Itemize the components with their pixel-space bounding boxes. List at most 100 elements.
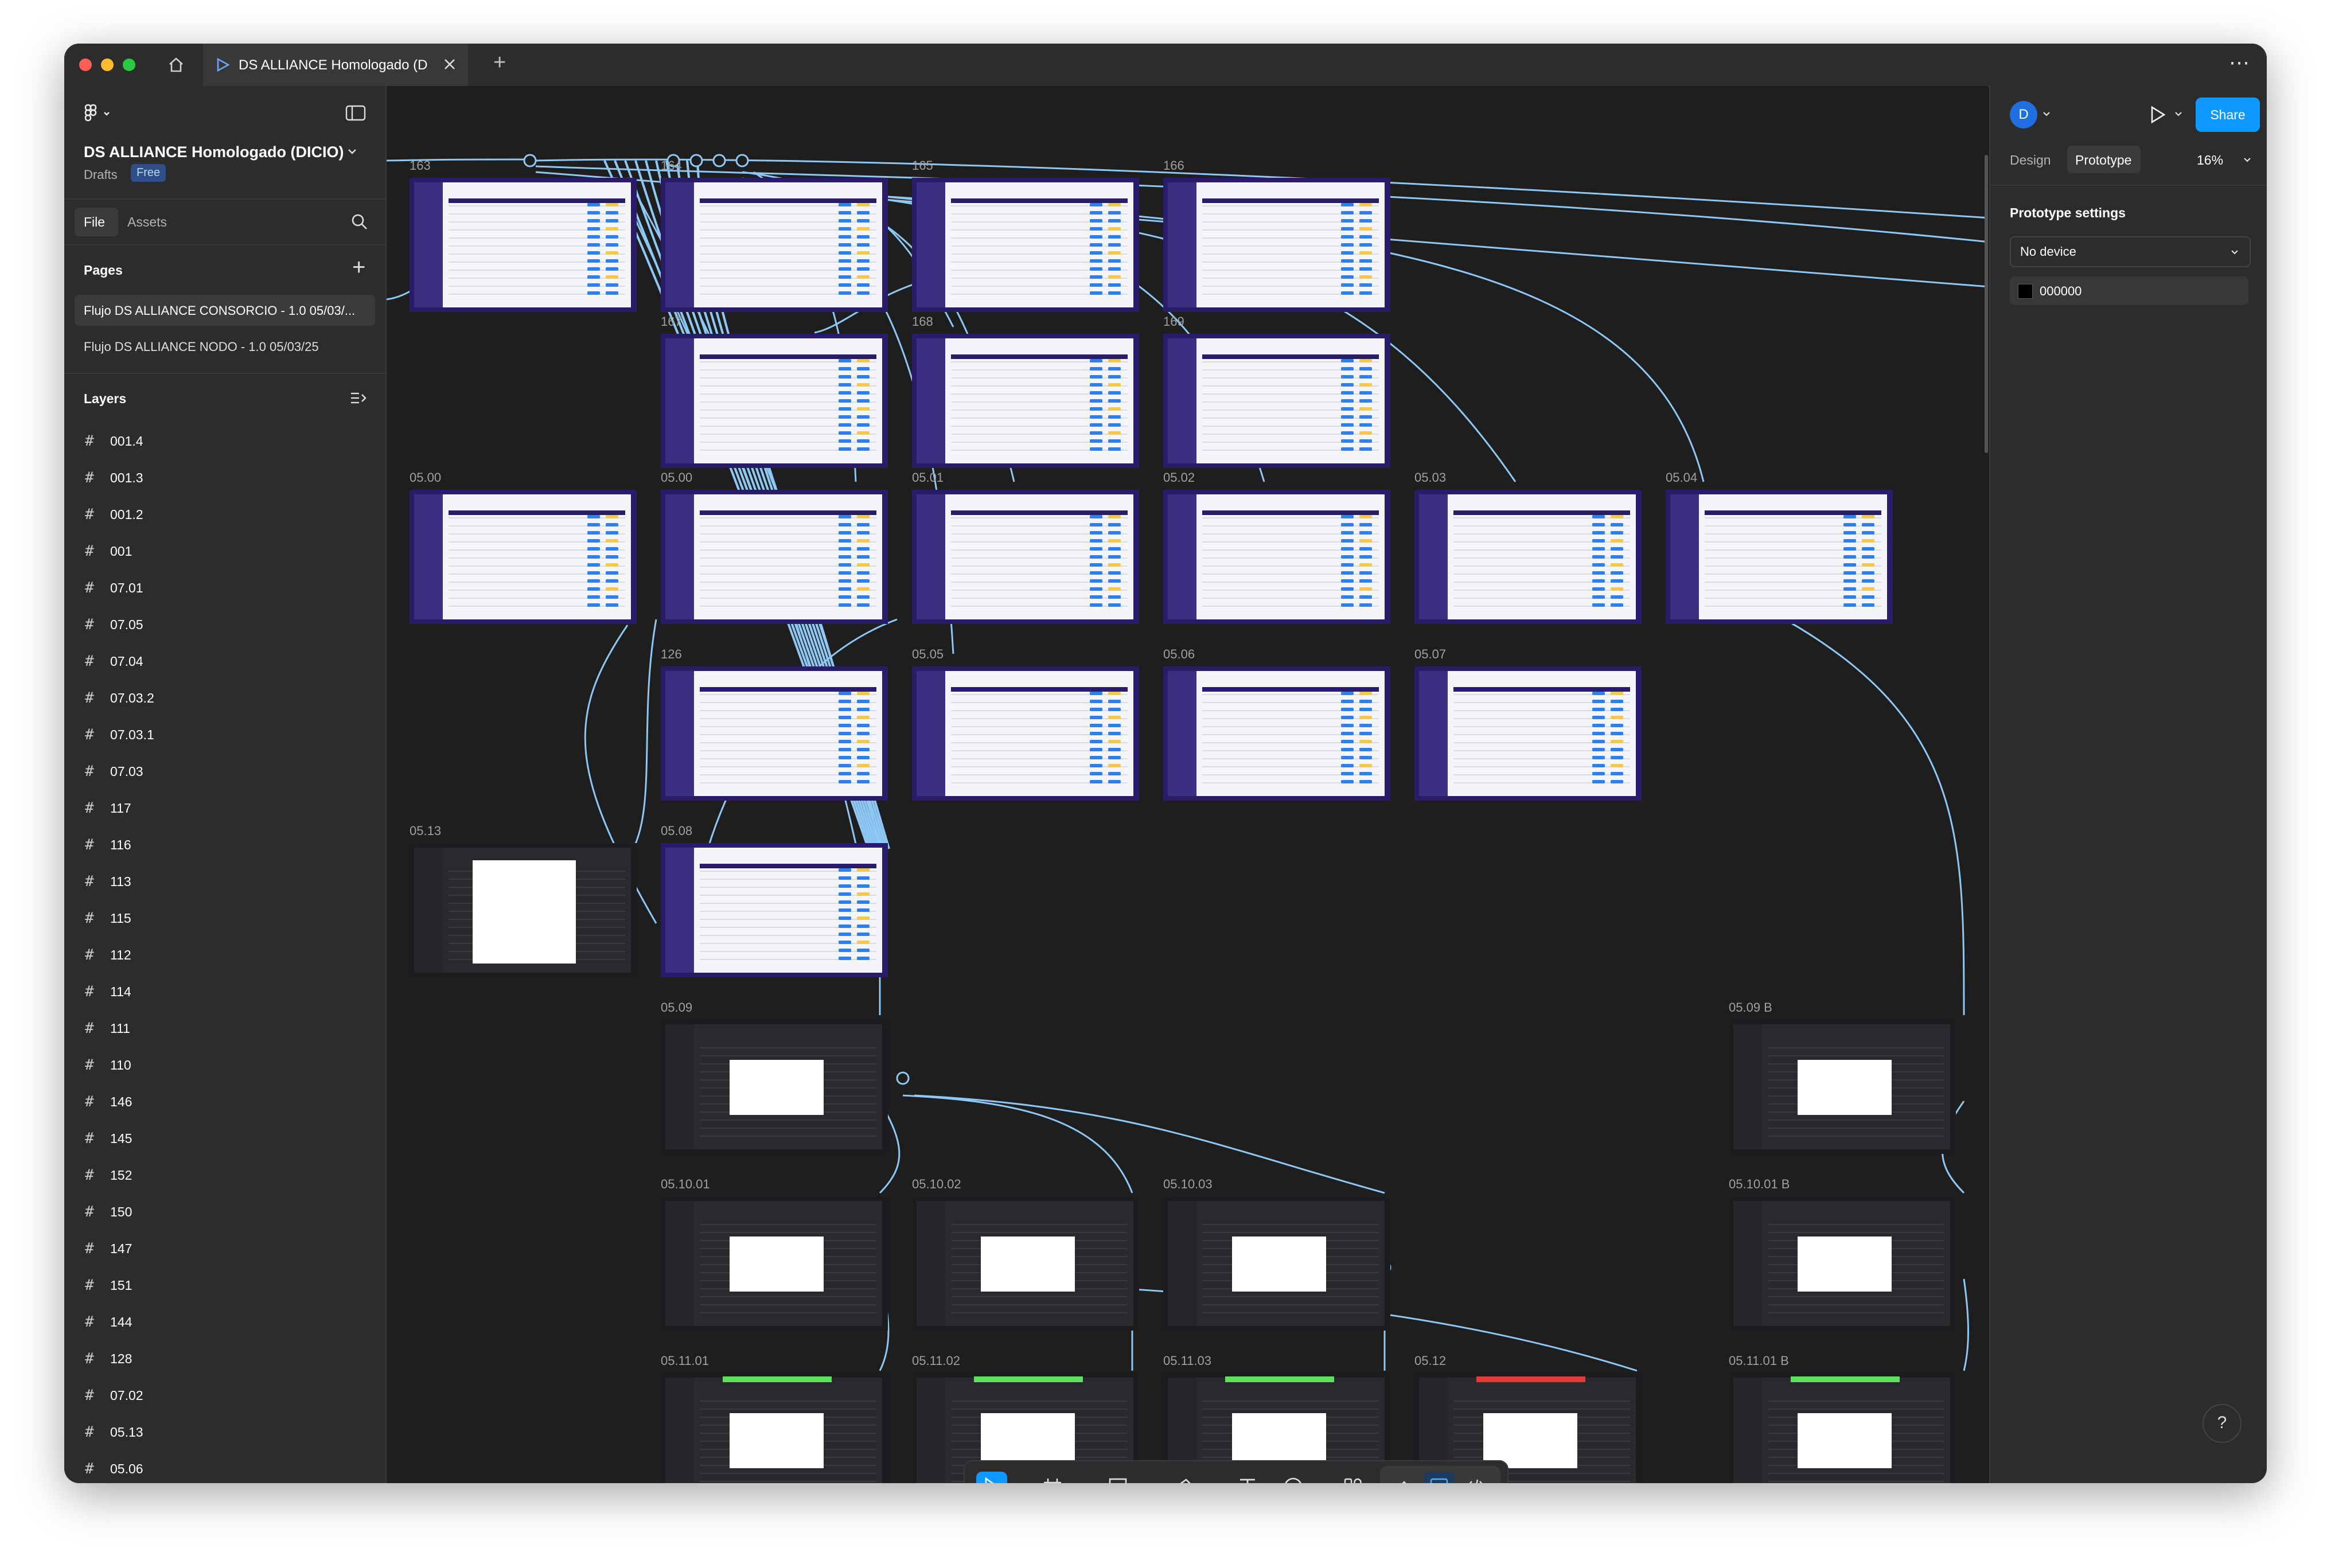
prototype-frame[interactable]: 05.10.01 — [661, 1177, 888, 1331]
prototype-frame[interactable]: 166 — [1163, 158, 1390, 312]
prototype-frame[interactable]: 05.06 — [1163, 647, 1390, 801]
design-canvas[interactable]: 163 164 165 166 167 168 169 05.00 05.00 05.01 05.0… — [387, 86, 1988, 1483]
layer-item[interactable]: #07.03.2 — [64, 679, 385, 716]
chevron-down-icon[interactable] — [1309, 1472, 1323, 1483]
interaction-hotspot[interactable] — [896, 1071, 910, 1085]
rectangle-tool-icon[interactable] — [1102, 1472, 1133, 1483]
search-icon[interactable] — [350, 212, 369, 232]
prototype-frame[interactable]: 168 — [912, 314, 1139, 468]
zoom-level[interactable]: 16% — [2197, 153, 2223, 168]
frame-label[interactable]: 05.10.01 B — [1729, 1177, 1790, 1192]
chevron-down-icon[interactable] — [1068, 1472, 1082, 1483]
frame-label[interactable]: 05.09 — [661, 1000, 692, 1015]
frame-label[interactable]: 05.11.03 — [1163, 1354, 1211, 1368]
help-button[interactable]: ? — [2203, 1404, 2242, 1443]
layer-item[interactable]: #152 — [64, 1156, 385, 1193]
prototype-frame[interactable]: 05.00 — [661, 470, 888, 624]
layer-item[interactable]: #05.06 — [64, 1450, 385, 1483]
maximize-window-button[interactable] — [123, 58, 135, 71]
frame-label[interactable]: 05.00 — [410, 470, 441, 485]
frame-label[interactable]: 05.05 — [912, 647, 944, 662]
prototype-frame[interactable]: 05.04 — [1666, 470, 1893, 624]
frame-label[interactable]: 05.11.01 — [661, 1354, 709, 1368]
layer-item[interactable]: #001.4 — [64, 422, 385, 459]
comment-tool-icon[interactable] — [1278, 1472, 1309, 1483]
collapse-layers-icon[interactable] — [349, 389, 368, 408]
layer-item[interactable]: #001.2 — [64, 496, 385, 532]
frame-label[interactable]: 164 — [661, 158, 682, 173]
interaction-hotspot[interactable] — [712, 154, 726, 167]
chevron-down-icon[interactable] — [345, 145, 359, 158]
design-mode-icon[interactable] — [1424, 1472, 1455, 1483]
prototype-frame[interactable]: 164 — [661, 158, 888, 312]
frame-tool-icon[interactable] — [1037, 1472, 1068, 1483]
prototype-frame[interactable]: 163 — [410, 158, 637, 312]
tab-prototype[interactable]: Prototype — [2067, 146, 2141, 173]
frame-label[interactable]: 163 — [410, 158, 431, 173]
frame-label[interactable]: 05.10.02 — [912, 1177, 961, 1192]
frame-label[interactable]: 05.01 — [912, 470, 944, 485]
background-color-field[interactable]: 000000 — [2010, 276, 2248, 305]
interaction-hotspot[interactable] — [735, 154, 749, 167]
avatar[interactable]: D — [2010, 101, 2037, 128]
layer-item[interactable]: #115 — [64, 899, 385, 936]
close-tab-icon[interactable] — [441, 55, 459, 73]
prototype-frame[interactable]: 05.07 — [1414, 647, 1642, 801]
layer-item[interactable]: #116 — [64, 826, 385, 863]
interaction-hotspot[interactable] — [523, 154, 537, 167]
home-icon[interactable] — [166, 55, 186, 75]
frame-label[interactable]: 169 — [1163, 314, 1184, 329]
frame-label[interactable]: 05.13 — [410, 824, 441, 838]
minimize-window-button[interactable] — [101, 58, 114, 71]
frame-label[interactable]: 165 — [912, 158, 933, 173]
layer-item[interactable]: #07.03.1 — [64, 716, 385, 752]
drafts-location[interactable]: Drafts — [84, 167, 118, 182]
interaction-connector[interactable] — [387, 158, 531, 162]
layer-item[interactable]: #112 — [64, 936, 385, 973]
interaction-connector[interactable] — [914, 1094, 1385, 1194]
layer-item[interactable]: #001 — [64, 532, 385, 569]
layer-item[interactable]: #146 — [64, 1083, 385, 1120]
color-swatch[interactable] — [2018, 284, 2033, 299]
actions-tool-icon[interactable] — [1338, 1472, 1369, 1483]
prototype-frame[interactable]: 05.05 — [912, 647, 1139, 801]
layer-item[interactable]: #07.03 — [64, 752, 385, 789]
chevron-down-icon[interactable] — [1007, 1472, 1021, 1483]
frame-label[interactable]: 05.07 — [1414, 647, 1446, 662]
prototype-frame[interactable]: 05.10.02 — [912, 1177, 1139, 1331]
prototype-frame[interactable]: 05.10.01 B — [1729, 1177, 1956, 1331]
layer-item[interactable]: #144 — [64, 1303, 385, 1340]
interaction-hotspot[interactable] — [689, 154, 703, 167]
layer-item[interactable]: #128 — [64, 1340, 385, 1376]
prototype-frame[interactable]: 05.13 — [410, 824, 637, 977]
layer-item[interactable]: #110 — [64, 1046, 385, 1083]
layer-item[interactable]: #001.3 — [64, 459, 385, 496]
layer-item[interactable]: #111 — [64, 1009, 385, 1046]
prototype-frame[interactable]: 05.09 — [661, 1000, 888, 1154]
share-button[interactable]: Share — [2196, 97, 2260, 132]
toggle-sidebar-icon[interactable] — [345, 104, 366, 122]
new-tab-button[interactable]: + — [493, 50, 506, 75]
layer-item[interactable]: #113 — [64, 863, 385, 899]
frame-label[interactable]: 05.06 — [1163, 647, 1195, 662]
layer-item[interactable]: #07.04 — [64, 642, 385, 679]
prototype-frame[interactable]: 05.08 — [661, 824, 888, 977]
draw-mode-icon[interactable] — [1387, 1472, 1418, 1483]
layer-item[interactable]: #147 — [64, 1230, 385, 1266]
frame-label[interactable]: 168 — [912, 314, 933, 329]
prototype-frame[interactable]: 05.01 — [912, 470, 1139, 624]
file-name[interactable]: DS ALLIANCE Homologado (DICIO) — [84, 143, 344, 161]
frame-label[interactable]: 05.10.03 — [1163, 1177, 1213, 1192]
frame-label[interactable]: 05.08 — [661, 824, 692, 838]
chevron-down-icon[interactable] — [2173, 108, 2184, 119]
interaction-connector[interactable] — [632, 619, 657, 849]
prototype-frame[interactable]: 05.00 — [410, 470, 637, 624]
layer-item[interactable]: #07.01 — [64, 569, 385, 606]
prototype-frame[interactable]: 05.02 — [1163, 470, 1390, 624]
layer-item[interactable]: #05.13 — [64, 1413, 385, 1450]
frame-label[interactable]: 167 — [661, 314, 682, 329]
prototype-frame[interactable]: 05.10.03 — [1163, 1177, 1390, 1331]
present-play-icon[interactable] — [2146, 103, 2169, 126]
page-item-nodo[interactable]: Flujo DS ALLIANCE NODO - 1.0 05/03/25 — [84, 340, 319, 354]
main-menu-button[interactable] — [84, 102, 118, 125]
